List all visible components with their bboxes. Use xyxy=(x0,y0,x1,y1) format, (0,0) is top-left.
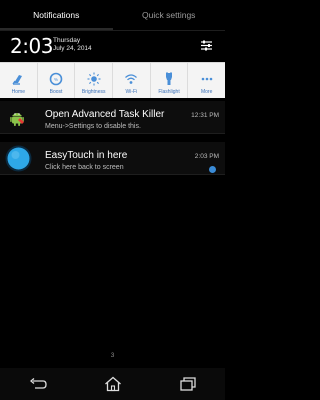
quick-brightness-button[interactable]: Brightness xyxy=(75,63,114,98)
navigation-bar xyxy=(0,368,225,400)
clock-date: July 24, 2014 xyxy=(53,45,92,52)
notification-easytouch[interactable]: EasyTouch in here Click here back to scr… xyxy=(0,142,225,175)
wifi-icon xyxy=(125,74,138,84)
quick-home-label: Home xyxy=(11,89,25,95)
settings-sliders-icon xyxy=(200,40,212,50)
quick-home-button[interactable]: Home xyxy=(0,63,38,98)
clock-day: Thursday xyxy=(53,37,81,44)
home-button[interactable] xyxy=(75,368,150,400)
android-robot-icon xyxy=(10,113,24,126)
notification-subtitle: Click here back to screen xyxy=(45,164,124,171)
home-icon xyxy=(104,376,121,392)
quick-more-label: More xyxy=(200,89,213,95)
quick-wifi-label: Wi-Fi xyxy=(125,89,138,95)
notification-task-killer[interactable]: Open Advanced Task Killer Menu->Settings… xyxy=(0,101,225,134)
recent-apps-icon xyxy=(179,377,196,391)
recent-apps-button[interactable] xyxy=(150,368,225,400)
quick-flashlight-button[interactable]: Flashlight xyxy=(151,63,189,98)
svg-text:%: % xyxy=(54,77,58,82)
quick-brightness-label: Brightness xyxy=(81,89,106,95)
settings-button[interactable] xyxy=(196,35,216,55)
clock-header: 2:03 Thursday July 24, 2014 xyxy=(0,31,225,61)
boost-gauge-icon: % xyxy=(49,72,63,86)
quick-wifi-button[interactable]: Wi-Fi xyxy=(113,63,151,98)
quick-boost-button[interactable]: % Boost xyxy=(38,63,76,98)
back-button[interactable] xyxy=(0,368,75,400)
tab-notifications-label: Notifications xyxy=(33,10,80,20)
easytouch-ball-icon xyxy=(5,145,32,172)
notification-subtitle: Menu->Settings to disable this. xyxy=(45,123,141,130)
back-icon xyxy=(29,378,47,389)
tab-quick-settings[interactable]: Quick settings xyxy=(113,0,226,30)
quick-boost-label: Boost xyxy=(49,89,63,95)
clock-time: 2:03 xyxy=(10,34,53,58)
notification-count: 3 xyxy=(110,352,115,359)
notification-indicator-dot xyxy=(209,166,216,173)
flashlight-icon xyxy=(166,72,173,85)
notification-time: 2:03 PM xyxy=(194,153,219,160)
notification-time: 12:31 PM xyxy=(191,112,219,119)
more-dots-icon xyxy=(201,77,212,81)
home-brush-icon xyxy=(12,75,23,85)
tab-quick-settings-label: Quick settings xyxy=(142,10,196,20)
tab-notifications[interactable]: Notifications xyxy=(0,0,113,30)
notification-title: Open Advanced Task Killer xyxy=(45,109,165,120)
notification-tabs: Notifications Quick settings xyxy=(0,0,225,30)
notification-title: EasyTouch in here xyxy=(45,150,128,161)
quick-settings-bar: Home % Boost Brightness Wi-Fi Flashlight… xyxy=(0,62,225,98)
quick-more-button[interactable]: More xyxy=(188,63,225,98)
quick-flashlight-label: Flashlight xyxy=(158,89,180,95)
brightness-sun-icon xyxy=(87,72,101,86)
